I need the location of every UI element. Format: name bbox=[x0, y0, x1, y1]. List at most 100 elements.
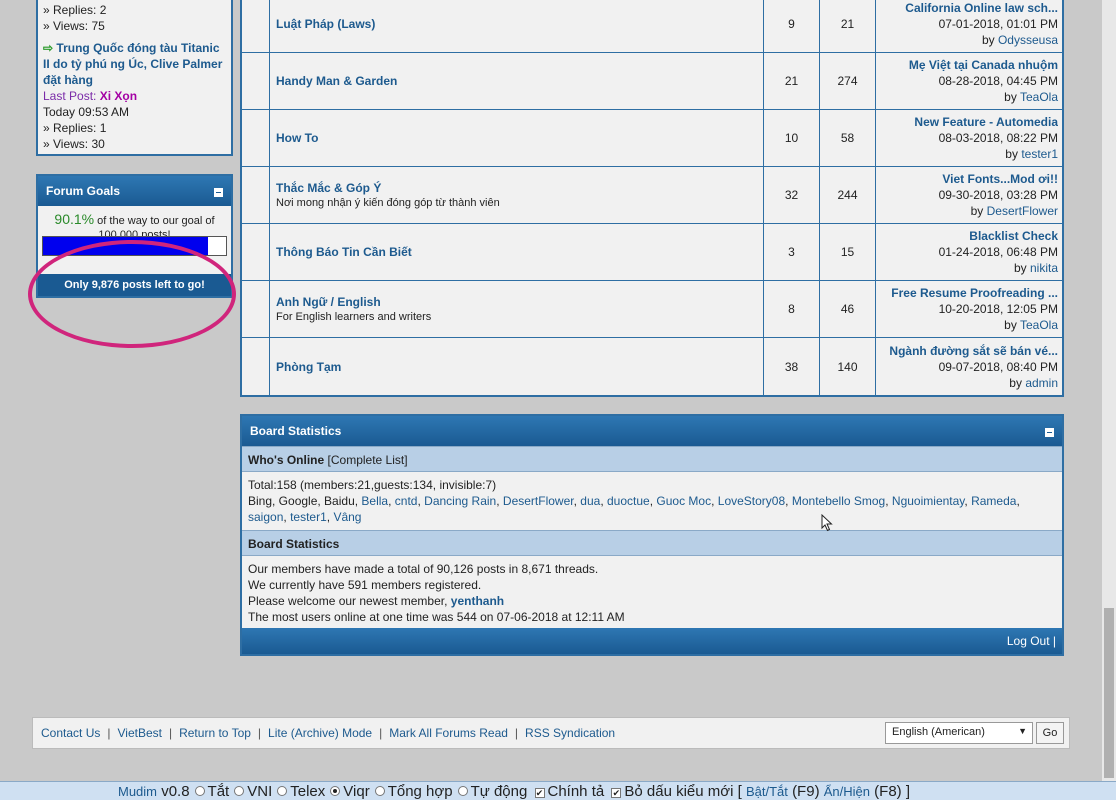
online-user-link[interactable]: LoveStory08 bbox=[718, 494, 785, 508]
last-post-author: by Odysseusa bbox=[880, 32, 1058, 48]
forum-last-post: Mẹ Việt tại Canada nhuộm 08-28-2018, 04:4… bbox=[876, 53, 1062, 109]
footer-link[interactable]: VietBest bbox=[117, 726, 161, 740]
online-user-link[interactable]: Nguoimientay bbox=[892, 494, 964, 508]
language-select[interactable]: English (American) ▼ bbox=[885, 722, 1033, 744]
online-total: Total:158 (members:21,guests:134, invisi… bbox=[248, 478, 497, 492]
forum-threads: 21 bbox=[764, 53, 820, 109]
recent-thread-title[interactable]: Trung Quốc đóng tàu Titanic II do tỷ phú… bbox=[43, 41, 222, 87]
last-post-user-link[interactable]: Odysseusa bbox=[998, 33, 1058, 47]
whos-online-title: Who's Online bbox=[248, 453, 325, 467]
mudim-link[interactable]: Mudim bbox=[118, 784, 157, 799]
last-post-user-link[interactable]: tester1 bbox=[1021, 147, 1058, 161]
mudim-radio[interactable] bbox=[457, 786, 468, 796]
mudim-radio[interactable] bbox=[234, 786, 245, 796]
last-post-time: 06:48 PM bbox=[1006, 245, 1058, 259]
forum-name-link[interactable]: Handy Man & Garden bbox=[276, 74, 757, 88]
footer-link[interactable]: Return to Top bbox=[179, 726, 251, 740]
last-post-title-link[interactable]: Viet Fonts...Mod ơi!! bbox=[880, 171, 1058, 187]
forum-name-link[interactable]: Thông Báo Tin Cần Biết bbox=[276, 245, 757, 259]
forum-posts: 58 bbox=[820, 110, 876, 166]
footer-separator: | bbox=[107, 726, 111, 740]
mudim-radio[interactable] bbox=[374, 786, 385, 796]
last-post-title-link[interactable]: Mẹ Việt tại Canada nhuộm bbox=[880, 57, 1058, 73]
prev-views: » Views: 75 bbox=[43, 19, 105, 33]
forum-name-link[interactable]: Anh Ngữ / English bbox=[276, 295, 757, 309]
last-post-author: by admin bbox=[880, 375, 1058, 391]
last-post-time: 08:40 PM bbox=[1006, 359, 1058, 374]
last-post-title-link[interactable]: Blacklist Check bbox=[880, 228, 1058, 244]
mudim-option-label: Viqr bbox=[343, 783, 370, 800]
last-post-user-link[interactable]: nikita bbox=[1030, 261, 1058, 275]
last-post-title-link[interactable]: Free Resume Proofreading ... bbox=[880, 285, 1058, 301]
online-user-link[interactable]: Bella bbox=[361, 494, 388, 508]
footer-link[interactable]: Lite (Archive) Mode bbox=[268, 726, 372, 740]
footer-link[interactable]: Mark All Forums Read bbox=[389, 726, 508, 740]
mudim-radio[interactable] bbox=[277, 786, 288, 796]
last-post-title-link[interactable]: California Online law sch... bbox=[880, 0, 1058, 16]
forum-row: Thắc Mắc & Góp Ý Nơi mong nhận ý kiến đón… bbox=[242, 167, 1062, 224]
complete-list-link[interactable]: [Complete List] bbox=[328, 453, 408, 467]
last-post-datetime: 08-03-2018, 08:22 PM bbox=[880, 130, 1058, 146]
language-value: English (American) bbox=[892, 726, 985, 738]
last-post-date: 09-07-2018, bbox=[938, 359, 1004, 374]
last-post-user-link[interactable]: DesertFlower bbox=[987, 204, 1058, 218]
footer-link[interactable]: Contact Us bbox=[41, 726, 100, 740]
forum-threads: 10 bbox=[764, 110, 820, 166]
forum-row: How To 10 58 New Feature - Automedia 08-03-2… bbox=[242, 110, 1062, 167]
online-user-link[interactable]: Montebello Smog bbox=[792, 494, 885, 508]
online-user-link[interactable]: cntd bbox=[395, 494, 418, 508]
go-button[interactable]: Go bbox=[1036, 722, 1064, 744]
last-post-user[interactable]: Xi Xọn bbox=[100, 89, 137, 103]
forum-last-post: Viet Fonts...Mod ơi!! 09-30-2018, 03:28 P… bbox=[876, 167, 1062, 223]
online-user-link[interactable]: Vâng bbox=[333, 510, 361, 524]
mudim-checkbox[interactable]: ✔ bbox=[534, 788, 545, 798]
by-label: by bbox=[1009, 375, 1022, 390]
mudim-toggle-link[interactable]: Bật/Tắt bbox=[746, 784, 788, 799]
mudim-radio[interactable] bbox=[194, 786, 205, 796]
online-user-link[interactable]: DesertFlower bbox=[503, 494, 574, 508]
online-user-link[interactable]: duoctue bbox=[607, 494, 650, 508]
forum-name-link[interactable]: How To bbox=[276, 131, 757, 145]
footer-link[interactable]: RSS Syndication bbox=[525, 726, 615, 740]
forum-goals-header: Forum Goals bbox=[38, 176, 231, 206]
mudim-check-label: Chính tả bbox=[547, 783, 605, 800]
last-post-user-link[interactable]: TeaOla bbox=[1020, 318, 1058, 332]
last-post-title-link[interactable]: Ngành đường sắt sẽ bán vé... bbox=[880, 343, 1058, 359]
last-post-datetime: 07-01-2018, 01:01 PM bbox=[880, 16, 1058, 32]
stats-line-3: Please welcome our newest member, yentha… bbox=[248, 593, 1056, 609]
collapse-icon[interactable] bbox=[214, 188, 223, 197]
forum-posts: 21 bbox=[820, 0, 876, 52]
mudim-toggle-key: (F9) bbox=[792, 783, 820, 800]
scrollbar[interactable] bbox=[1102, 0, 1116, 781]
newest-member-link[interactable]: yenthanh bbox=[451, 594, 504, 608]
mudim-option-label: Tự động bbox=[470, 783, 528, 800]
forum-status-icon bbox=[242, 53, 270, 109]
forum-name-link[interactable]: Thắc Mắc & Góp Ý bbox=[276, 181, 757, 195]
online-user-link[interactable]: dua bbox=[580, 494, 600, 508]
mudim-show-link[interactable]: Ẩn/Hiện bbox=[824, 784, 870, 799]
online-user-link[interactable]: saigon bbox=[248, 510, 283, 524]
mudim-option-label: VNI bbox=[247, 783, 273, 800]
online-user-link[interactable]: Rameda bbox=[971, 494, 1016, 508]
scrollbar-thumb[interactable] bbox=[1104, 608, 1114, 778]
last-post-date: 08-03-2018, bbox=[938, 131, 1004, 145]
last-post-datetime: 09-30-2018, 03:28 PM bbox=[880, 187, 1058, 203]
online-user-link[interactable]: Dancing Rain bbox=[424, 494, 496, 508]
forum-name-cell: Luật Pháp (Laws) bbox=[270, 0, 764, 52]
stats-line-2: We currently have 591 members registered… bbox=[248, 578, 482, 592]
forum-name-link[interactable]: Phòng Tạm bbox=[276, 360, 757, 374]
last-post-user-link[interactable]: admin bbox=[1025, 376, 1058, 390]
last-post-user-link[interactable]: TeaOla bbox=[1020, 90, 1058, 104]
online-user-link[interactable]: tester1 bbox=[290, 510, 327, 524]
last-post-date: 07-01-2018, bbox=[938, 17, 1004, 31]
mudim-checkbox[interactable]: ✔ bbox=[611, 788, 622, 798]
forum-name-link[interactable]: Luật Pháp (Laws) bbox=[276, 17, 757, 31]
logout-link[interactable]: Log Out | bbox=[1007, 634, 1056, 648]
by-label: by bbox=[1004, 318, 1017, 332]
last-post-title-link[interactable]: New Feature - Automedia bbox=[880, 114, 1058, 130]
by-label: by bbox=[970, 204, 984, 218]
mudim-radio[interactable] bbox=[330, 786, 341, 796]
online-user-link[interactable]: Guoc Moc bbox=[656, 494, 711, 508]
last-post-label: Last Post: bbox=[43, 89, 97, 103]
collapse-icon[interactable] bbox=[1045, 428, 1054, 437]
